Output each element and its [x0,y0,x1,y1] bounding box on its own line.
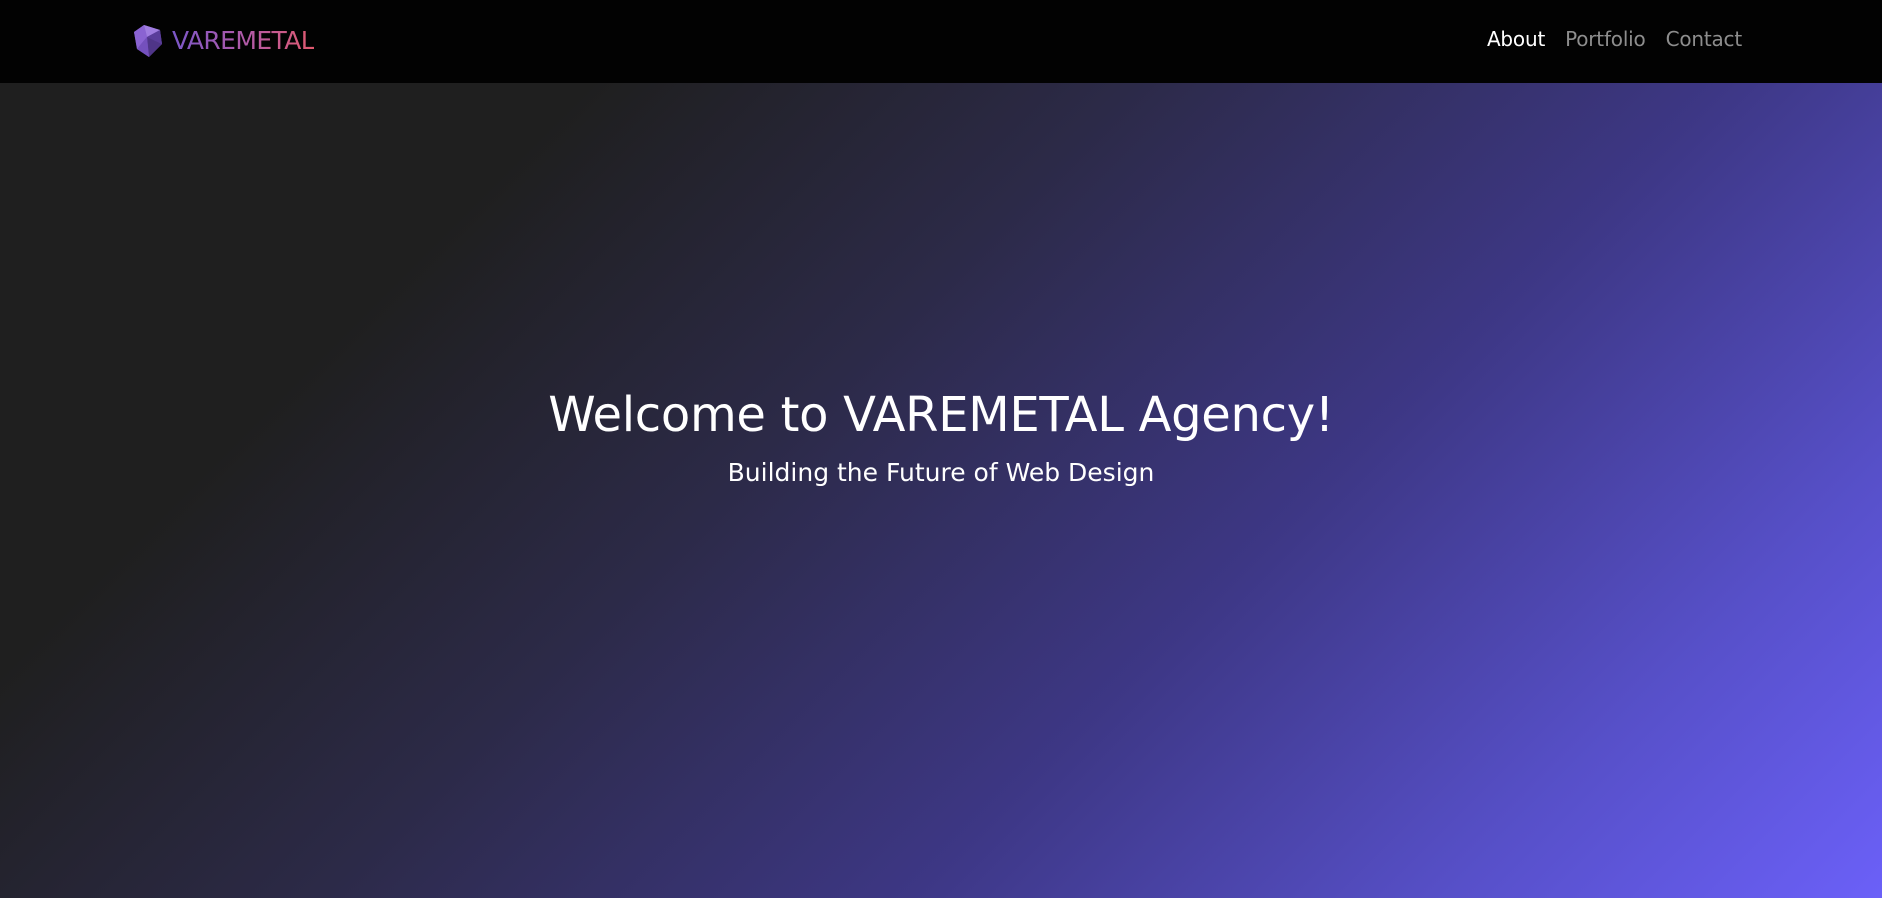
hero-title: Welcome to VAREMETAL Agency! [548,387,1334,443]
top-navbar: VAREMETAL About Portfolio Contact [0,0,1882,83]
brand-name: VAREMETAL [172,23,315,59]
nav-link-about[interactable]: About [1487,27,1545,51]
hero-subtitle: Building the Future of Web Design [727,458,1155,487]
nav-link-contact[interactable]: Contact [1666,27,1743,51]
nav-link-portfolio[interactable]: Portfolio [1565,27,1646,51]
main-nav: About Portfolio Contact [1467,0,1742,78]
hero-section: Welcome to VAREMETAL Agency! Building th… [0,83,1882,898]
gem-logo-icon [134,25,162,57]
brand-logo-link[interactable]: VAREMETAL [131,23,315,59]
